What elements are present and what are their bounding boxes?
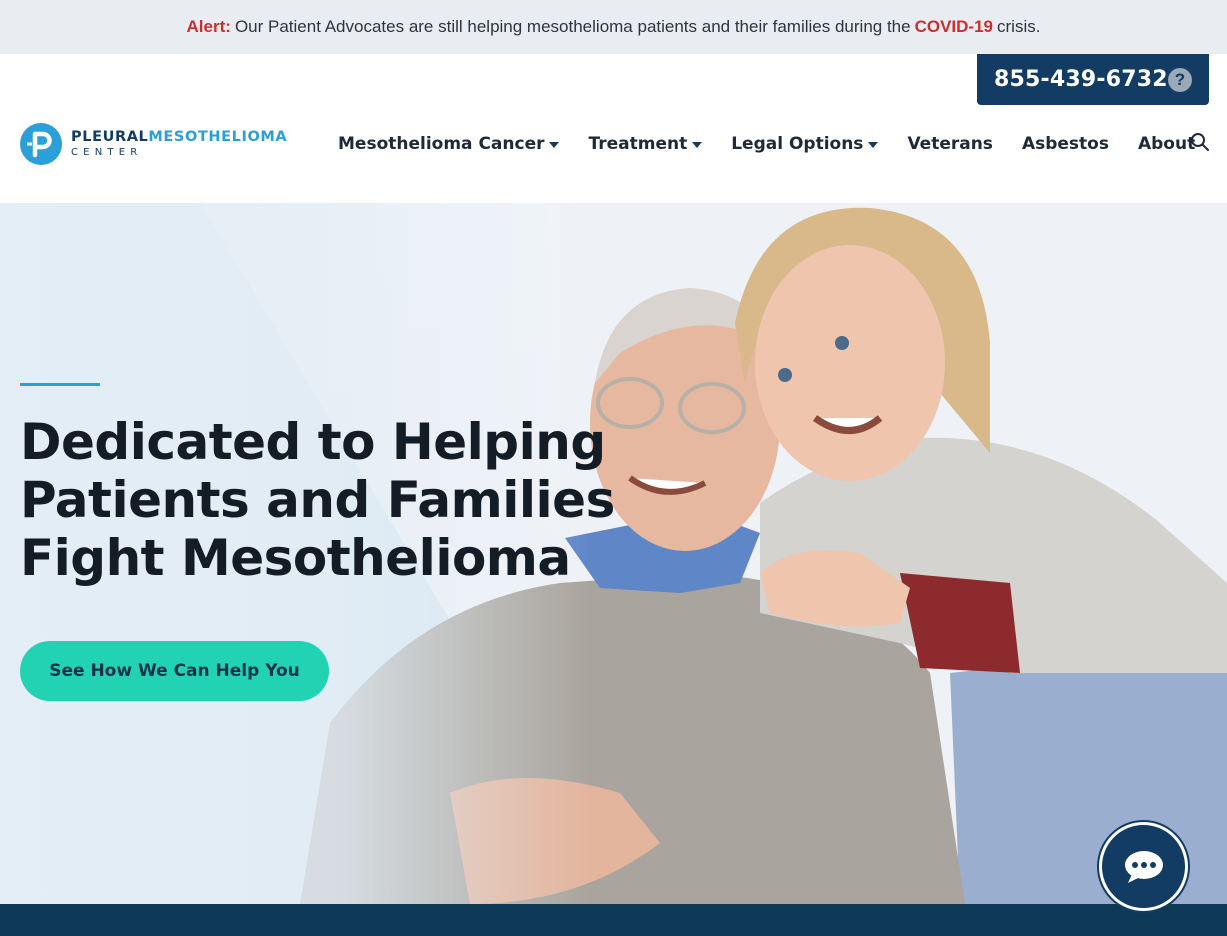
nav-label: Legal Options <box>731 134 864 154</box>
nav-label: Asbestos <box>1021 134 1109 154</box>
question-circle-icon[interactable]: ? <box>1168 68 1192 92</box>
alert-bar: Alert: Our Patient Advocates are still h… <box>0 0 1227 54</box>
logo-word-mesothelioma: MESOTHELIOMA <box>148 129 288 146</box>
nav-item-about[interactable]: About <box>1138 134 1195 154</box>
see-how-we-can-help-button[interactable]: See How We Can Help You <box>20 641 329 701</box>
alert-text: Our Patient Advocates are still helping … <box>234 17 911 36</box>
chat-button[interactable] <box>1099 822 1188 911</box>
nav-label: About <box>1137 134 1196 154</box>
hero-accent-line <box>20 383 100 386</box>
hero-title-line-1: Dedicated to Helping <box>20 413 606 471</box>
covid-link[interactable]: COVID-19 <box>915 17 993 37</box>
phone-number[interactable]: 855-439-6732 <box>994 67 1168 92</box>
hero-section: Dedicated to Helping Patients and Famili… <box>0 203 1227 904</box>
logo-word-center: CENTER <box>71 146 143 158</box>
chat-bubble-icon <box>1124 850 1163 883</box>
caret-down-icon <box>692 142 703 148</box>
logo-word-pleural: PLEURAL <box>71 129 149 146</box>
caret-down-icon <box>549 142 560 148</box>
alert-text-end: crisis. <box>997 17 1041 36</box>
nav-item-treatment[interactable]: Treatment <box>588 134 703 154</box>
hero-title-line-3: Fight Mesothelioma <box>20 529 571 587</box>
nav-item-legal-options[interactable]: Legal Options <box>731 134 879 154</box>
footer-strip <box>0 904 1227 936</box>
search-icon[interactable] <box>1190 132 1210 152</box>
hero-title: Dedicated to Helping Patients and Famili… <box>20 413 620 587</box>
hero-title-line-2: Patients and Families <box>20 471 615 529</box>
alert-label: Alert: <box>186 17 231 36</box>
nav-label: Mesothelioma Cancer <box>338 134 545 154</box>
phone-call-button[interactable]: 855-439-6732 ? <box>977 54 1209 105</box>
nav-item-mesothelioma-cancer[interactable]: Mesothelioma Cancer <box>338 134 560 154</box>
nav-label: Treatment <box>588 134 688 154</box>
logo-p-icon <box>20 123 62 165</box>
nav-item-asbestos[interactable]: Asbestos <box>1022 134 1109 154</box>
main-nav: Mesothelioma Cancer Treatment Legal Opti… <box>338 131 1195 157</box>
nav-item-veterans[interactable]: Veterans <box>907 134 993 154</box>
nav-label: Veterans <box>907 134 993 154</box>
caret-down-icon <box>868 142 879 148</box>
site-logo[interactable]: PLEURALMESOTHELIOMA CENTER <box>20 123 287 165</box>
